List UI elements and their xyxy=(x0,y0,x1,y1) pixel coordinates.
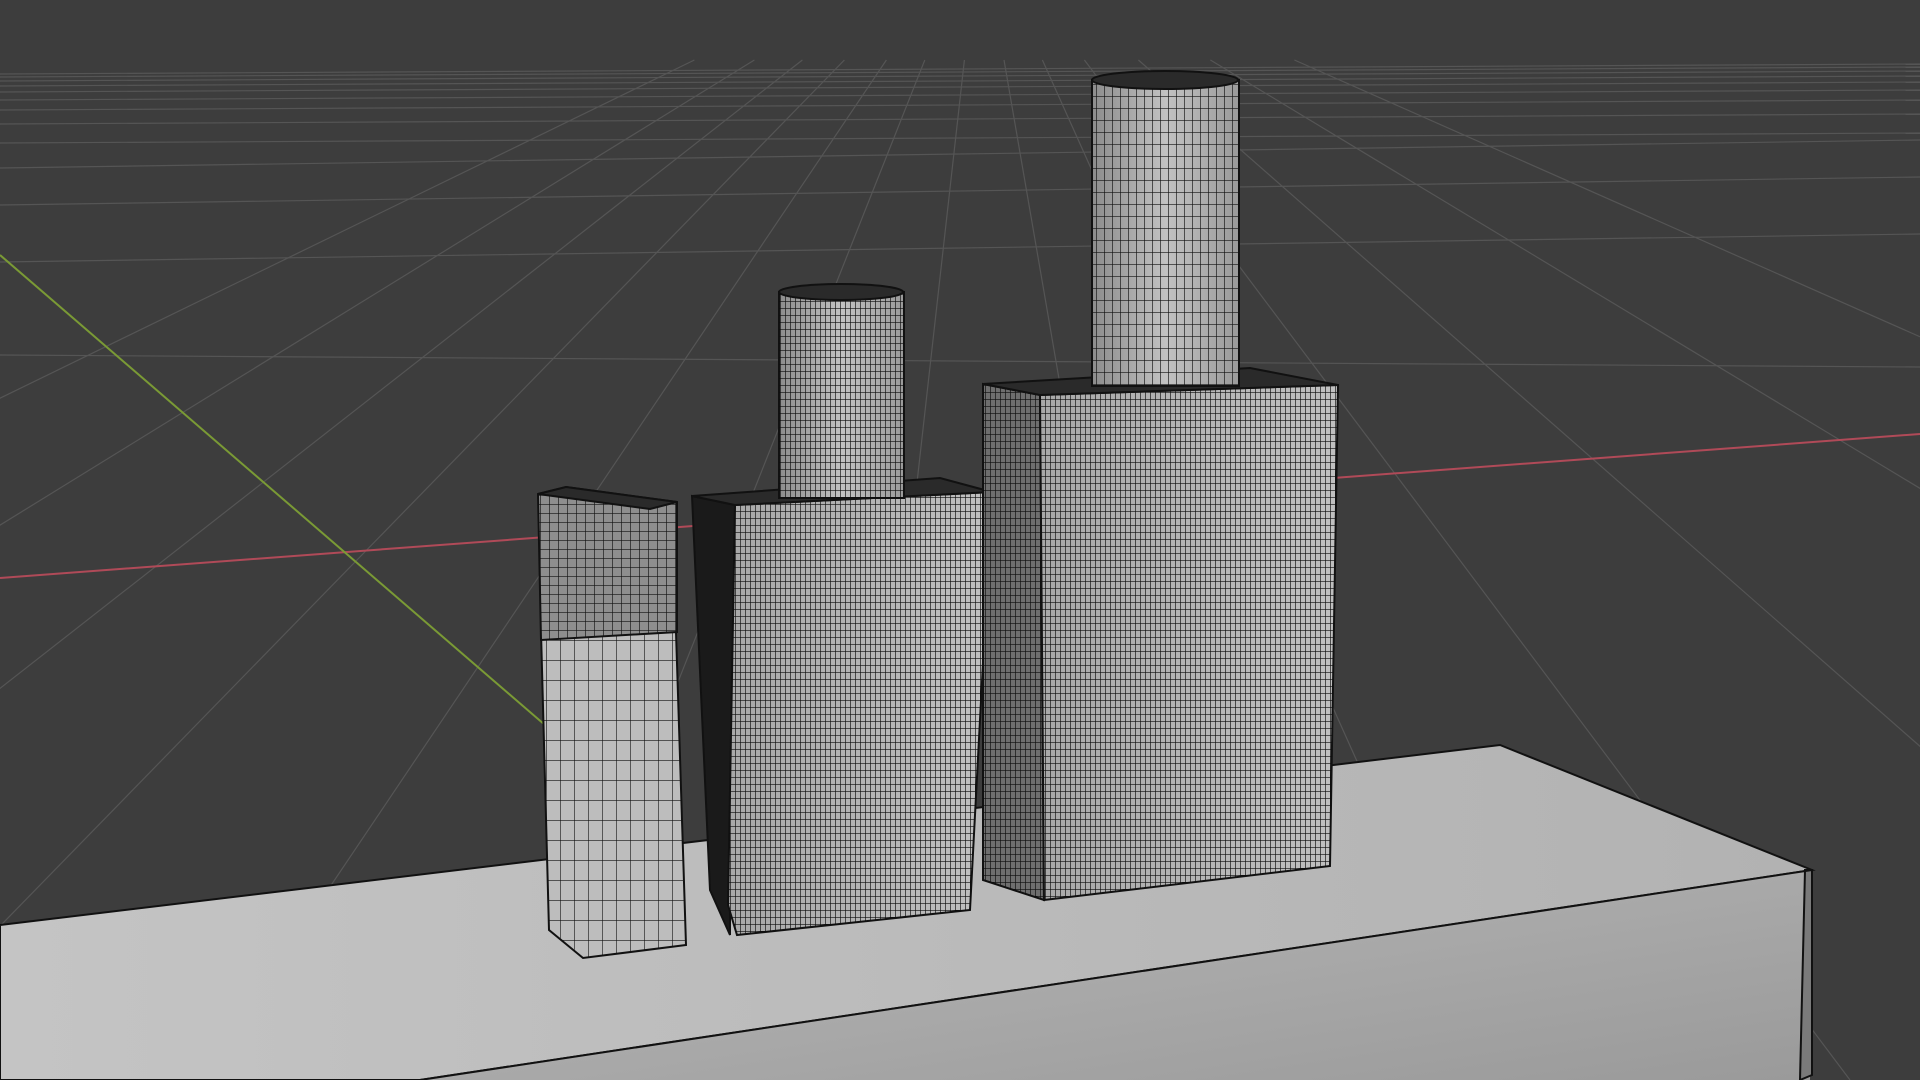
grid-line xyxy=(0,113,1920,125)
large-bottle-mesh xyxy=(1040,385,1338,900)
viewport-canvas[interactable] xyxy=(0,0,1920,1080)
small-bottle-cap-mesh xyxy=(538,487,677,640)
large-bottle-neck-top xyxy=(1091,70,1239,90)
grid-line xyxy=(0,132,1920,144)
grid-line xyxy=(0,233,1920,263)
small-bottle-object[interactable] xyxy=(536,485,688,960)
grid-line xyxy=(0,81,1920,93)
medium-bottle-object[interactable] xyxy=(690,283,994,937)
grid-line xyxy=(0,75,1920,87)
grid-line xyxy=(0,176,1920,206)
large-bottle-object[interactable] xyxy=(982,70,1340,902)
medium-bottle-neck-mesh xyxy=(779,292,904,498)
medium-bottle-neck-top xyxy=(778,283,904,301)
3d-viewport[interactable] xyxy=(0,0,1920,1080)
small-bottle-mesh xyxy=(541,632,686,958)
medium-bottle-mesh xyxy=(728,492,992,935)
large-bottle-side-mesh xyxy=(983,384,1044,900)
grid-line xyxy=(0,354,1920,368)
large-bottle-neck-mesh xyxy=(1092,80,1239,386)
grid-line xyxy=(0,139,1920,169)
